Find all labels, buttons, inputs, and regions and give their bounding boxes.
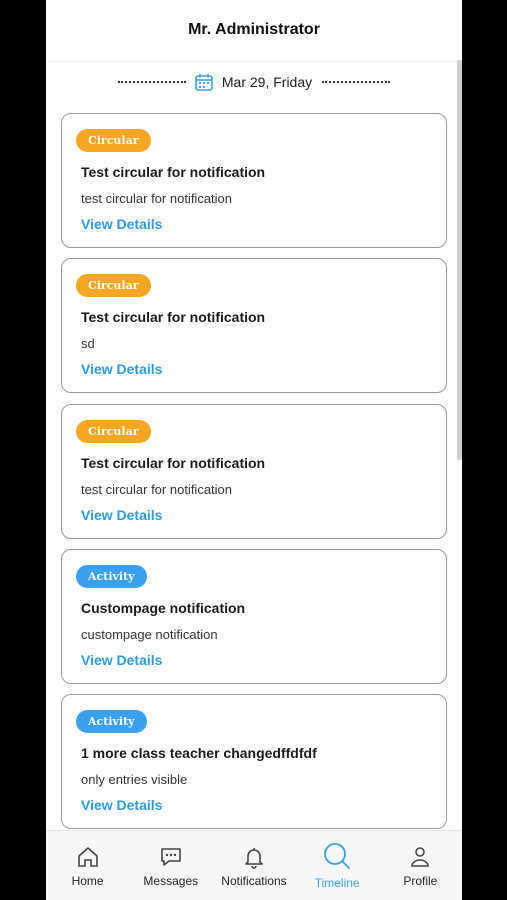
timeline-card[interactable]: Circular Test circular for notification … <box>61 404 447 539</box>
scrollbar[interactable] <box>457 60 462 460</box>
card-title: Test circular for notification <box>81 309 266 325</box>
view-details-link[interactable]: View Details <box>81 797 162 813</box>
search-icon <box>324 843 351 869</box>
timeline-card[interactable]: Activity Custompage notification customp… <box>61 549 447 684</box>
tab-messages[interactable]: Messages <box>129 844 212 888</box>
chat-icon <box>160 847 181 866</box>
tab-home[interactable]: Home <box>46 844 129 888</box>
card-description: only entries visible <box>81 772 188 787</box>
view-details-link[interactable]: View Details <box>81 507 162 523</box>
app-header: Mr. Administrator <box>46 0 462 60</box>
calendar-icon <box>194 72 214 92</box>
app-screen: Mr. Administrator Mar 29, Friday Circula… <box>46 0 462 900</box>
timeline-card[interactable]: Circular Test circular for notification … <box>61 113 447 248</box>
view-details-link[interactable]: View Details <box>81 361 162 377</box>
date-separator: Mar 29, Friday <box>46 70 462 94</box>
tab-label: Timeline <box>314 876 360 890</box>
card-description: test circular for notification <box>81 191 233 206</box>
home-icon <box>77 846 98 867</box>
category-badge: Activity <box>76 710 147 733</box>
dotted-divider-right <box>322 81 391 83</box>
view-details-link[interactable]: View Details <box>81 216 162 232</box>
view-details-link[interactable]: View Details <box>81 652 162 668</box>
tab-label: Home <box>71 873 104 888</box>
bottom-tab-bar: Home Messages Notifications Timeline Pro… <box>46 830 462 900</box>
card-description: test circular for notification <box>81 482 233 497</box>
date-label: Mar 29, Friday <box>221 74 313 90</box>
dotted-divider-left <box>117 81 186 83</box>
card-description: sd <box>81 336 95 351</box>
tab-label: Messages <box>143 873 199 888</box>
page-title: Mr. Administrator <box>188 21 320 38</box>
category-badge: Circular <box>76 274 151 297</box>
tab-timeline[interactable]: Timeline <box>296 841 379 890</box>
tab-label: Profile <box>403 873 438 888</box>
card-title: Test circular for notification <box>81 455 266 471</box>
timeline-feed[interactable]: Mar 29, Friday Circular Test circular fo… <box>46 60 462 830</box>
tab-label: Notifications <box>221 873 287 888</box>
category-badge: Activity <box>76 565 147 588</box>
category-badge: Circular <box>76 420 151 443</box>
timeline-card[interactable]: Circular Test circular for notification … <box>61 258 447 393</box>
card-title: Test circular for notification <box>81 164 266 180</box>
bell-icon <box>245 847 263 869</box>
card-description: custompage notification <box>81 627 218 642</box>
tab-profile[interactable]: Profile <box>379 844 462 888</box>
card-title: 1 more class teacher changedffdfdf <box>81 745 317 761</box>
tab-notifications[interactable]: Notifications <box>212 844 295 888</box>
timeline-card[interactable]: Activity 1 more class teacher changedffd… <box>61 694 447 829</box>
category-badge: Circular <box>76 129 151 152</box>
user-icon <box>411 846 430 867</box>
card-title: Custompage notification <box>81 600 246 616</box>
